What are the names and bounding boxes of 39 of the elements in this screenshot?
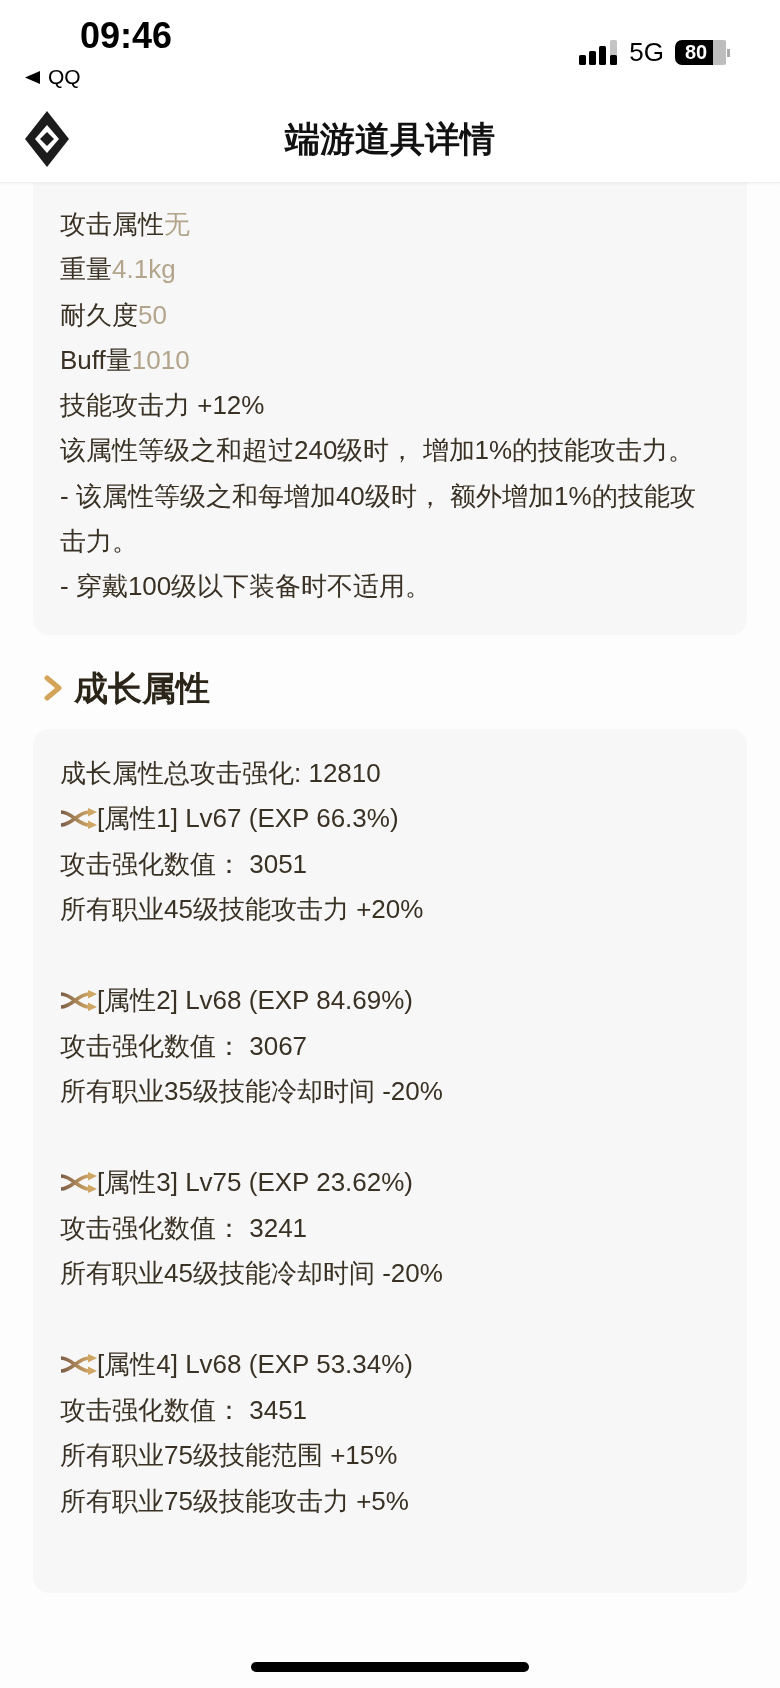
property-value: 攻击强化数值： 3067 (60, 1029, 309, 1063)
back-link[interactable]: QQ (25, 64, 173, 90)
description-text: 技能攻击力 +12% (60, 389, 266, 423)
description-text: - 该属性等级之和每增加40级时， 额外增加1%的技能攻击力。 (60, 479, 697, 559)
property-effect: 所有职业45级技能冷却时间 -20% (60, 1257, 444, 1291)
shuffle-icon (60, 808, 97, 830)
attribute-value: 1010 (131, 344, 190, 375)
property-title: [属性4] Lv68 (EXP 53.34%) (97, 1348, 413, 1382)
property-effect: 所有职业35级技能冷却时间 -20% (60, 1075, 444, 1109)
attribute-label: 攻击属性 (60, 209, 164, 239)
property-title: [属性1] Lv67 (EXP 66.3%) (97, 802, 399, 836)
attribute-label: 耐久度 (60, 299, 138, 330)
property-value: 攻击强化数值： 3051 (60, 847, 309, 881)
signal-icon (579, 40, 619, 65)
property-title: [属性3] Lv75 (EXP 23.62%) (97, 1166, 413, 1200)
property-value: 攻击强化数值： 3451 (60, 1393, 309, 1427)
attribute-value: 4.1kg (112, 254, 176, 285)
description-text: 该属性等级之和超过240级时， 增加1%的技能攻击力。 (60, 434, 696, 468)
page-title: 端游道具详情 (285, 117, 495, 160)
logo-icon (25, 110, 69, 167)
status-time: 09:46 (80, 14, 173, 58)
property-effect: 所有职业45级技能攻击力 +20% (60, 893, 425, 927)
property-effect: 所有职业75级技能攻击力 +5% (60, 1484, 410, 1518)
network-label: 5G (629, 40, 664, 65)
property-title: [属性2] Lv68 (EXP 84.69%) (97, 984, 413, 1018)
back-icon (25, 70, 40, 84)
shuffle-icon (60, 1172, 97, 1194)
shuffle-icon (60, 1354, 97, 1376)
attribute-value: 50 (138, 299, 167, 330)
property-effect: 所有职业75级技能范围 +15% (60, 1439, 399, 1473)
section-title: 成长属性 (74, 667, 210, 709)
attribute-label: Buff量 (60, 344, 132, 375)
attribute-label: 重量 (60, 254, 112, 285)
description-text: - 穿戴100级以下装备时不适用。 (60, 570, 433, 604)
attribute-value: 无 (164, 209, 190, 239)
battery-indicator: 80 (675, 40, 730, 65)
total-text: 成长属性总攻击强化: 12810 (60, 756, 382, 790)
property-value: 攻击强化数值： 3241 (60, 1211, 309, 1245)
shuffle-icon (60, 990, 97, 1012)
